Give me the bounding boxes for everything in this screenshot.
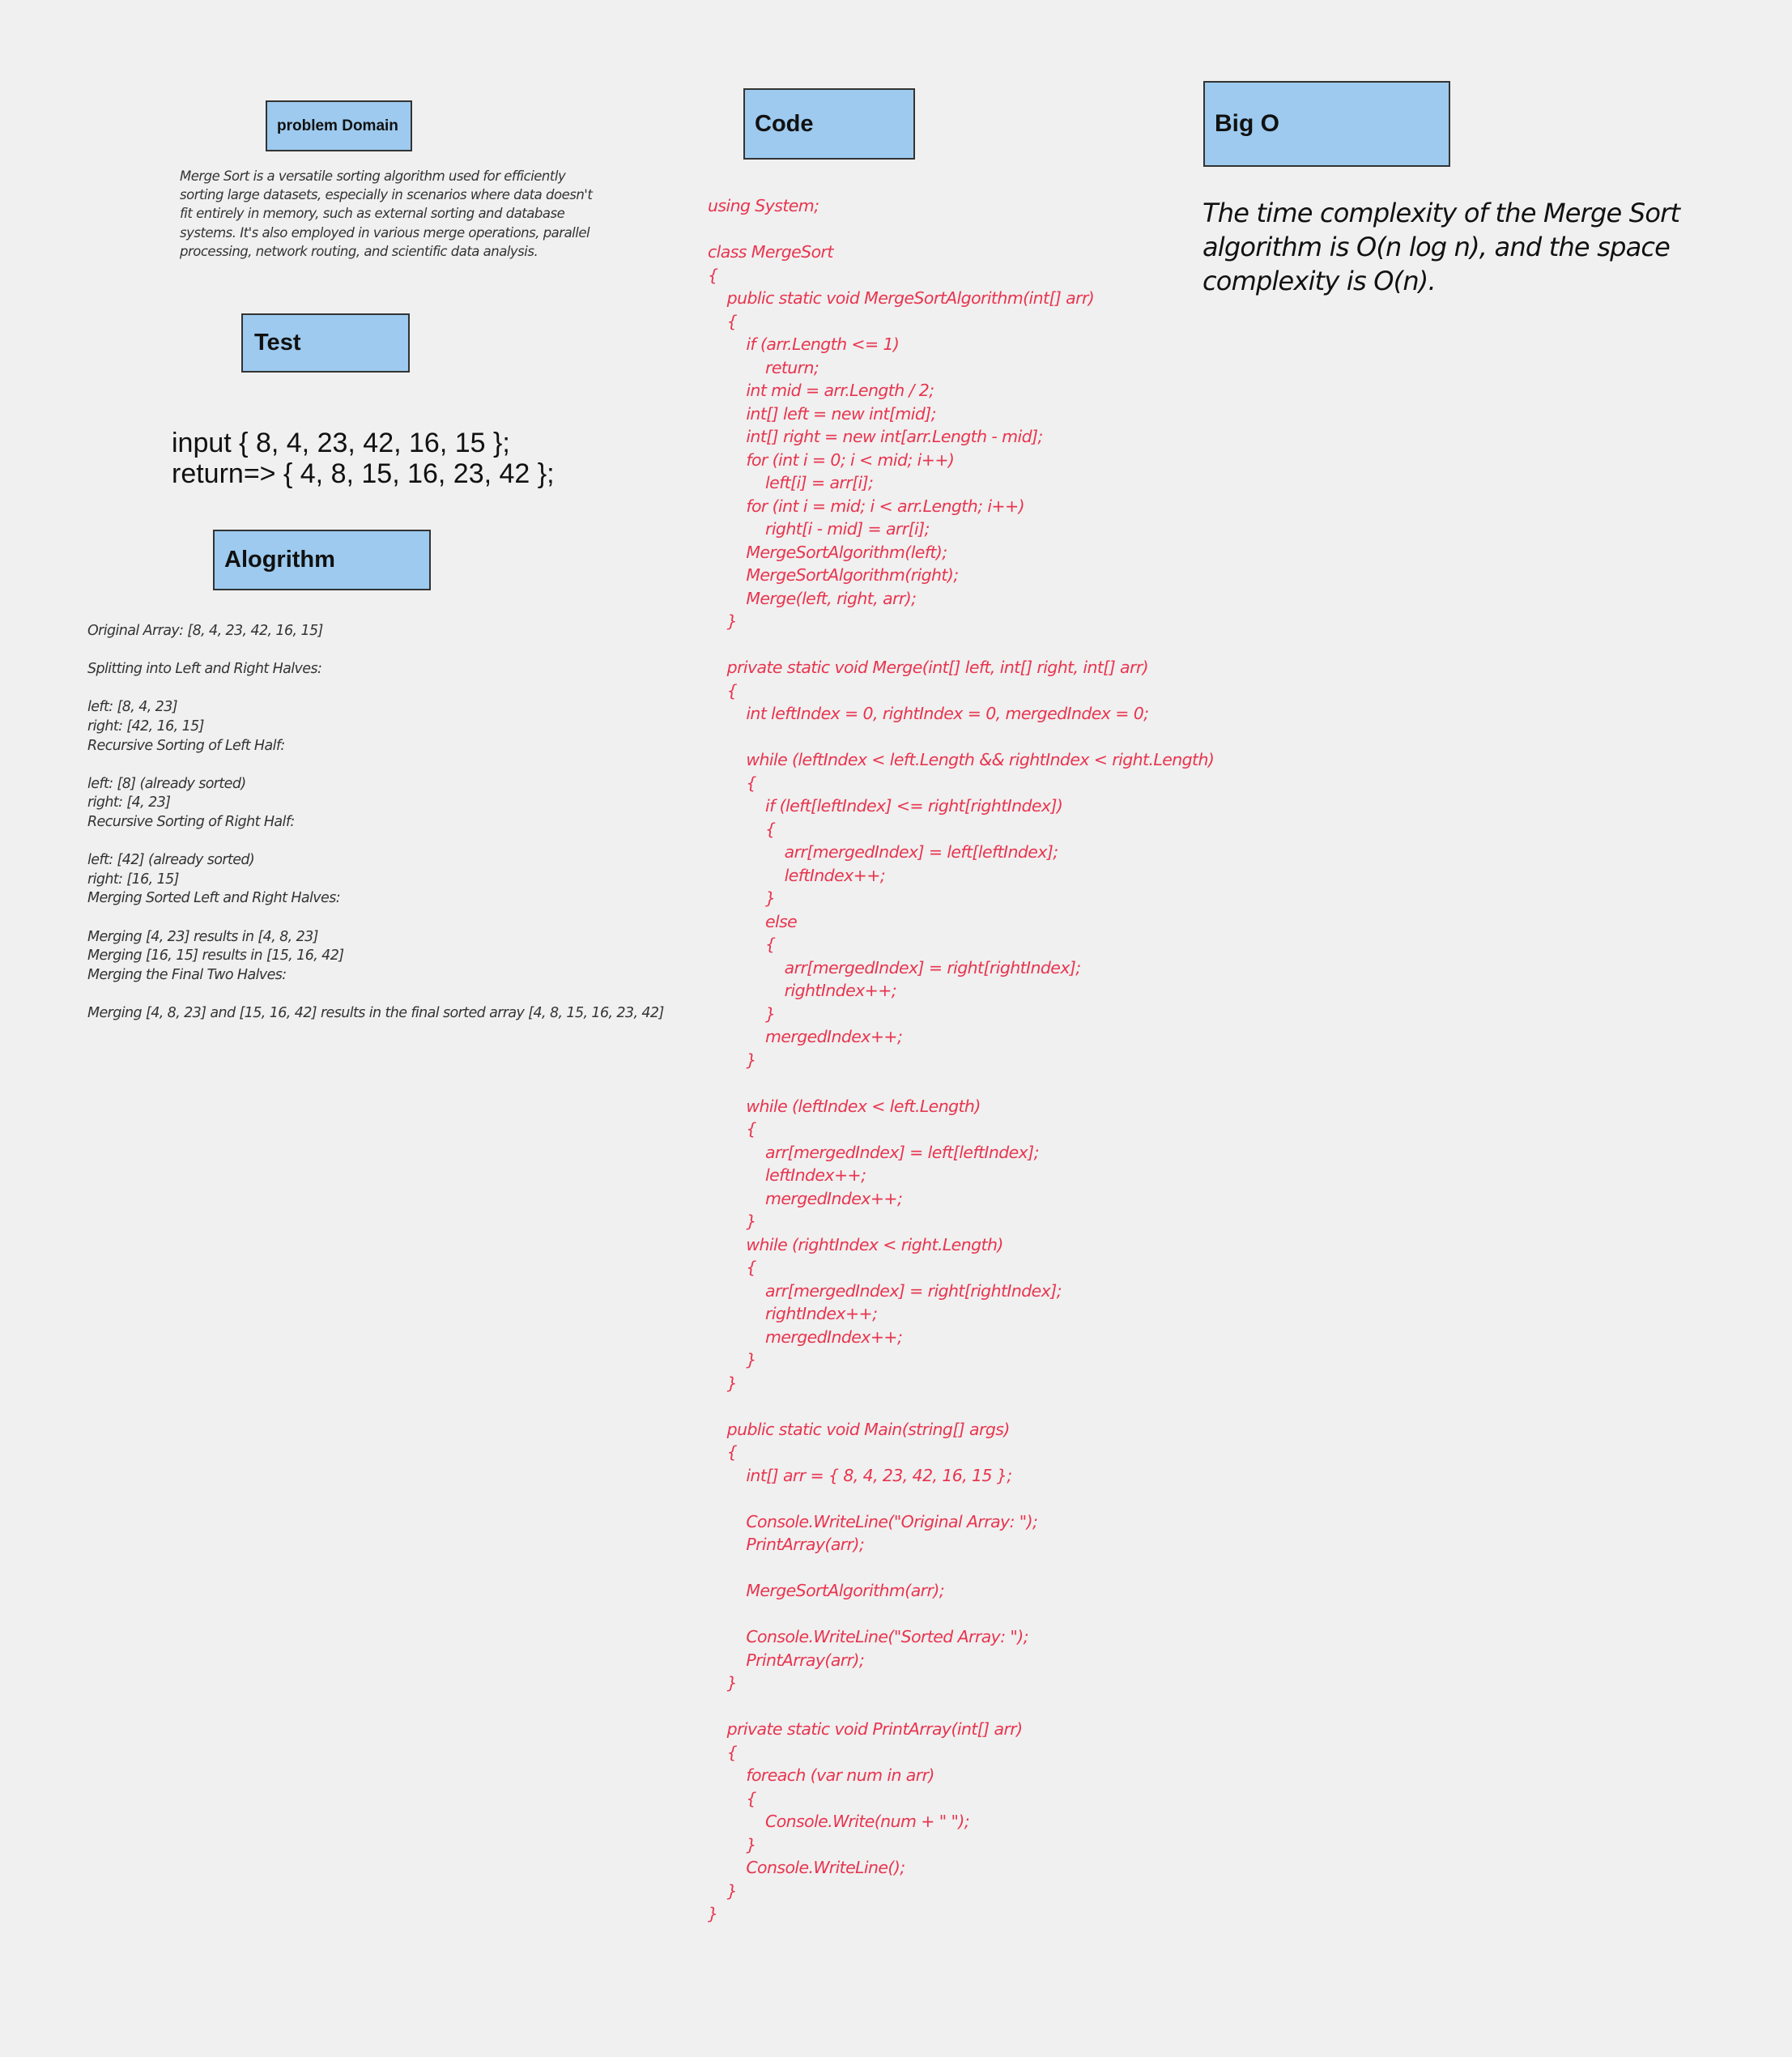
problem-domain-header: problem Domain <box>266 100 412 151</box>
code-title: Code <box>755 110 814 137</box>
big-o-description: The time complexity of the Merge Sort al… <box>1202 198 1680 296</box>
test-title: Test <box>254 330 301 356</box>
problem-domain-description: Merge Sort is a versatile sorting algori… <box>180 168 593 259</box>
big-o-title: Big O <box>1215 110 1279 137</box>
test-header: Test <box>241 313 410 373</box>
code-listing: using System; class MergeSort { public s… <box>708 196 1215 1923</box>
big-o-header: Big O <box>1203 81 1450 167</box>
algorithm-steps: Original Array: [8, 4, 23, 42, 16, 15] S… <box>87 623 664 1021</box>
algorithm-title: Alogrithm <box>224 547 335 573</box>
problem-domain-title: problem Domain <box>277 117 398 134</box>
code-header: Code <box>743 88 915 160</box>
test-case-text: input { 8, 4, 23, 42, 16, 15 }; return=>… <box>172 428 555 489</box>
algorithm-header: Alogrithm <box>213 530 431 590</box>
